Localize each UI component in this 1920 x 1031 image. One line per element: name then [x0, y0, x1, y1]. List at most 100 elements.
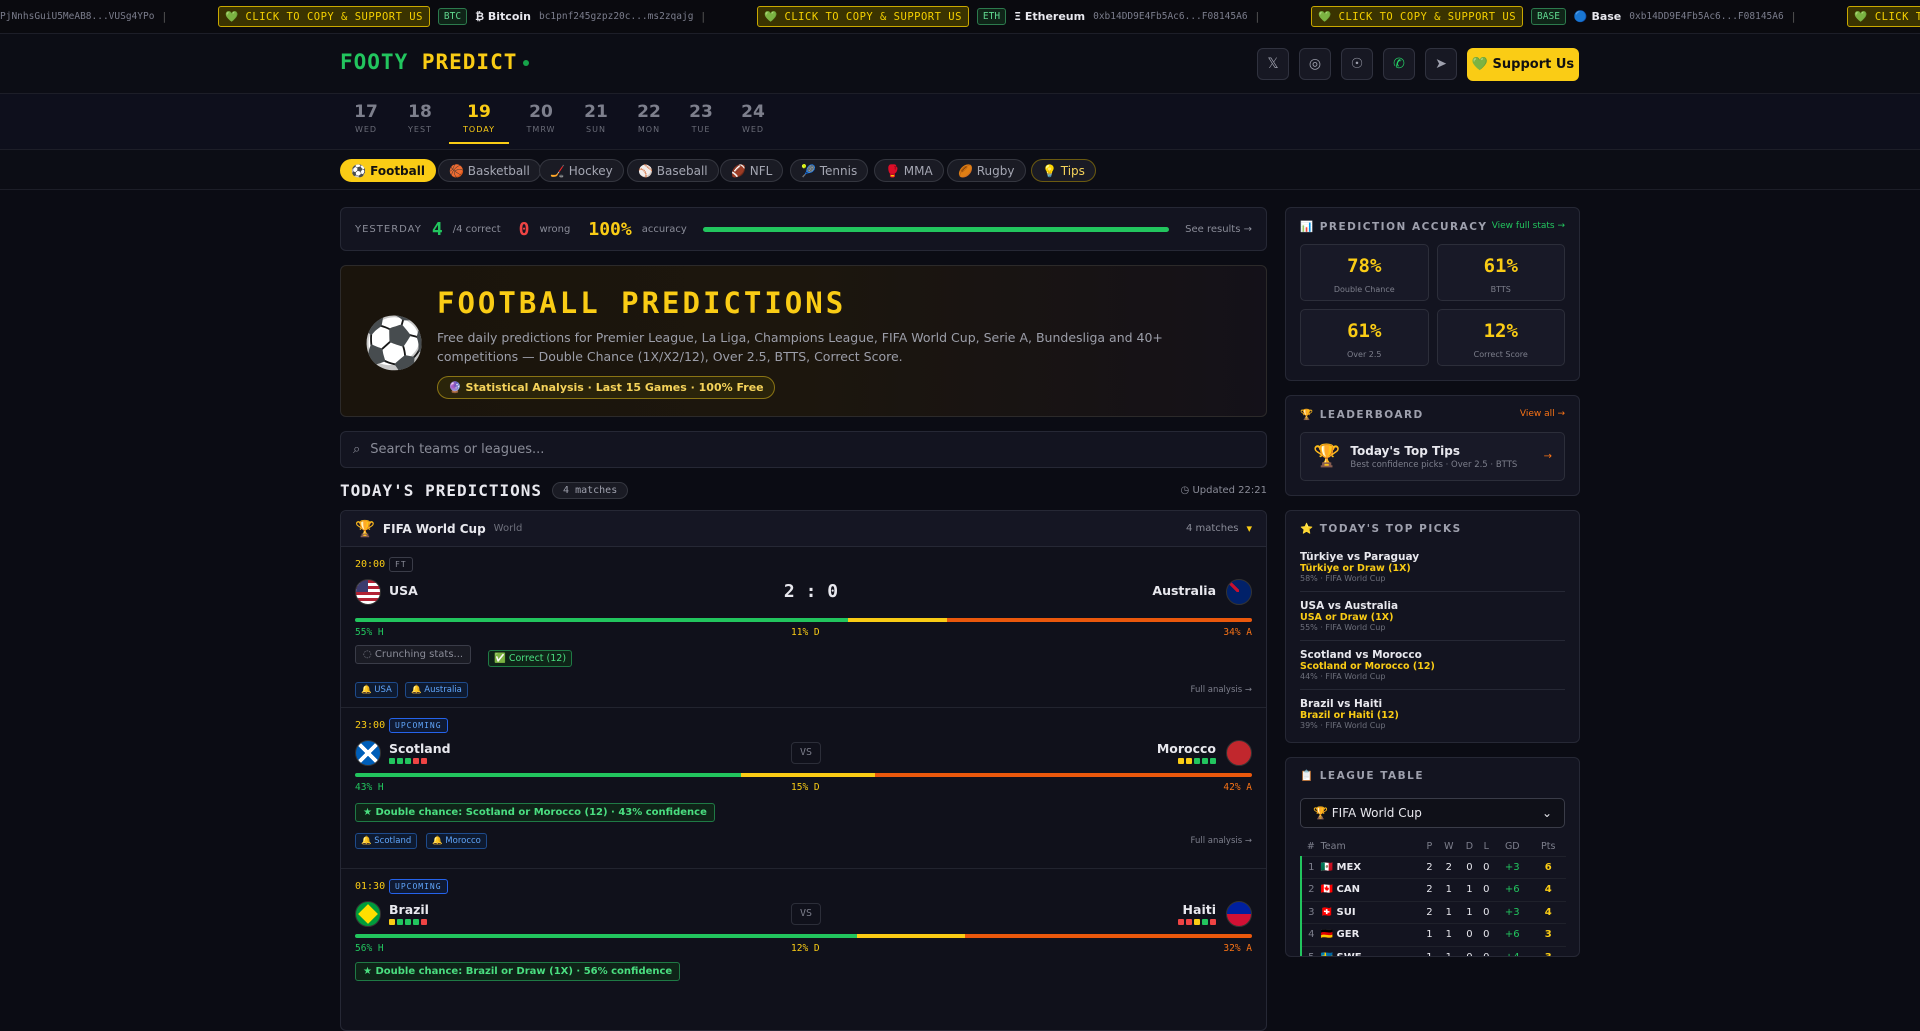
haiti-flag-icon — [1226, 901, 1252, 927]
probability-bar — [355, 618, 1252, 622]
table-cell: +3 — [1494, 900, 1531, 924]
x-icon[interactable]: 𝕏 — [1257, 48, 1289, 80]
ticker-segment[interactable]: 💚 CLICK TO COPY & SUP — [1847, 6, 1920, 27]
view-all-link[interactable]: View all → — [1520, 409, 1565, 419]
home-form — [389, 919, 427, 925]
pick-item[interactable]: Scotland vs Morocco Scotland or Morocco (… — [1300, 641, 1565, 690]
full-analysis-link[interactable]: Full analysis → — [1191, 836, 1252, 846]
form-dot — [1186, 758, 1192, 764]
match-card[interactable]: 01:30 UPCOMING Brazil VS Haiti 56% H 12%… — [341, 869, 1266, 1030]
home-prob-fill — [355, 773, 741, 777]
follow-tag[interactable]: 🔔 USA — [355, 682, 398, 698]
probability-bar — [355, 934, 1252, 938]
date-tab[interactable]: 21 SUN — [566, 102, 626, 134]
copy-support-button[interactable]: 💚 CLICK TO COPY & SUP — [1847, 6, 1920, 27]
form-dot — [413, 919, 419, 925]
sport-tab-basketball[interactable]: 🏀 Basketball — [438, 159, 541, 182]
form-dot — [389, 919, 395, 925]
sport-tab-tennis[interactable]: 🎾 Tennis — [790, 159, 869, 182]
instagram-icon[interactable]: ◎ — [1299, 48, 1331, 80]
see-results-link[interactable]: See results → — [1185, 224, 1252, 235]
form-dot — [397, 919, 403, 925]
copy-support-button[interactable]: 💚 CLICK TO COPY & SUPPORT US — [757, 6, 969, 27]
table-cell: 0 — [1478, 878, 1495, 901]
form-dot — [1194, 758, 1200, 764]
scotland-flag-icon — [355, 740, 381, 766]
follow-tag[interactable]: 🔔 Scotland — [355, 833, 418, 849]
pick-item[interactable]: Brazil vs Haiti Brazil or Haiti (12) 39% ·… — [1300, 690, 1565, 738]
date-tab[interactable]: 24 WED — [723, 102, 783, 134]
whatsapp-icon[interactable]: ✆ — [1383, 48, 1415, 80]
home-form — [389, 758, 427, 764]
table-cell: 2 — [1437, 855, 1461, 879]
pick-item[interactable]: USA vs Australia USA or Draw (1X) 55% · FI… — [1300, 592, 1565, 641]
sport-tab-mma[interactable]: 🥊 MMA — [874, 159, 944, 182]
view-stats-link[interactable]: View full stats → — [1492, 221, 1565, 231]
copy-support-button[interactable]: 💚 CLICK TO COPY & SUPPORT US — [218, 6, 430, 27]
loading-chip: ◌ Crunching stats... — [355, 645, 472, 664]
table-cell: 2 — [1421, 855, 1438, 879]
date-tab[interactable]: 22 MON — [619, 102, 679, 134]
sport-tab-rugby[interactable]: 🏉 Rugby — [947, 159, 1026, 182]
trophy-icon: 🏆 — [355, 519, 375, 538]
follow-tag[interactable]: 🔔 Morocco — [426, 833, 487, 849]
site-logo[interactable]: FOOTY PREDICT — [340, 50, 530, 74]
competition-header[interactable]: 🏆 FIFA World Cup World 4 matches ▾ — [341, 511, 1266, 547]
wallet-address: bc1pnf245gzpz20c...ms2zqajg — [538, 11, 694, 22]
sport-tab-football[interactable]: ⚽ Football — [340, 159, 436, 182]
site-header: FOOTY PREDICT 𝕏 ◎ ☉ ✆ ➤ 💚 Support Us — [0, 34, 1920, 94]
table-row[interactable]: 1 🇲🇽 MEX 2 2 0 0 +3 6 — [1300, 855, 1566, 879]
table-row[interactable]: 3 🇨🇭 SUI 2 1 1 0 +3 4 — [1300, 900, 1566, 924]
morocco-flag-icon — [1226, 740, 1252, 766]
copy-support-button[interactable]: 💚 CLICK TO COPY & SUPPORT US — [1311, 6, 1524, 27]
search-input[interactable]: Search teams or leagues... — [370, 442, 544, 457]
league-select[interactable]: 🏆 FIFA World Cup ⌄ — [1300, 798, 1565, 828]
search-bar[interactable]: ⌕ Search teams or leagues... — [340, 431, 1267, 468]
table-cell: 1 — [1437, 900, 1461, 924]
table-row[interactable]: 5🇸🇪 SWE1100+43 — [1300, 945, 1566, 956]
table-row[interactable]: 4 🇩🇪 GER 1 1 0 0 +6 3 — [1300, 923, 1566, 946]
reddit-icon[interactable]: ☉ — [1341, 48, 1373, 80]
table-cell: 0 — [1460, 923, 1479, 946]
league-table: # Team P W D L GD Pts 1 🇲🇽 MEX 2 2 0 0 +3 6 2 🇨🇦 CAN 2 1 1 0… — [1300, 838, 1566, 956]
follow-tag[interactable]: 🔔 Australia — [405, 682, 468, 698]
form-dot — [1210, 919, 1216, 925]
ticker-segment[interactable]: 💚 CLICK TO COPY & SUPPORT US ETH Ξ Ether… — [757, 6, 1271, 27]
coin-name: ₿ Bitcoin — [475, 10, 531, 23]
stat-card: 61% BTTS — [1436, 244, 1565, 301]
date-tab[interactable]: 17 WED — [336, 102, 396, 134]
top-tips-card[interactable]: 🏆 Today's Top Tips Best confidence picks … — [1300, 432, 1565, 481]
date-tab[interactable]: 23 TUE — [671, 102, 731, 134]
sport-tab-hockey[interactable]: 🏒 Hockey — [539, 159, 624, 182]
sport-tab-baseball[interactable]: ⚾ Baseball — [627, 159, 719, 182]
panel-title: 🏆 LEADERBOARD — [1300, 408, 1424, 421]
panel-title: 📋 LEAGUE TABLE — [1300, 769, 1425, 782]
date-tab[interactable]: 18 YEST — [390, 102, 450, 134]
date-selector: 17 WED 18 YEST 19 TODAY 20 TMRW 21 SUN 22 MON … — [0, 94, 1920, 150]
date-tab-today[interactable]: 19 TODAY — [449, 102, 509, 144]
table-cell: 1 — [1421, 923, 1438, 946]
sidebar: 📊 PREDICTION ACCURACY View full stats → 7… — [1285, 207, 1580, 957]
table-row[interactable]: 2 🇨🇦 CAN 2 1 1 0 +6 4 — [1300, 878, 1566, 901]
match-card[interactable]: 23:00 UPCOMING Scotland VS Morocco 43% H… — [341, 708, 1266, 869]
match-count-badge: 4 matches — [552, 481, 629, 499]
full-analysis-link[interactable]: Full analysis → — [1191, 685, 1252, 695]
hero-pill: 🔮 Statistical Analysis · Last 15 Games ·… — [437, 376, 775, 399]
ticker-segment[interactable]: 💚 CLICK TO COPY & SUPPORT US BASE 🔵 Base… — [1311, 6, 1807, 27]
telegram-icon[interactable]: ➤ — [1425, 48, 1457, 80]
ticker-segment[interactable]: PjNnhsGuiU5MeAB8...VUSg4YPo | — [0, 10, 178, 23]
away-prob-fill — [875, 773, 1252, 777]
away-team: Morocco — [1156, 741, 1216, 756]
sport-tab-tips[interactable]: 💡 Tips — [1031, 159, 1096, 182]
live-dot — [523, 60, 530, 66]
table-cell: 2 — [1300, 878, 1321, 901]
sport-tab-nfl[interactable]: 🏈 NFL — [720, 159, 784, 182]
support-us-button[interactable]: 💚 Support Us — [1467, 48, 1579, 81]
pick-item[interactable]: Türkiye vs Paraguay Türkiye or Draw (1X) 5… — [1300, 543, 1565, 592]
chevron-down-icon[interactable]: ▾ — [1246, 522, 1252, 535]
date-tab[interactable]: 20 TMRW — [511, 102, 571, 134]
ticker-segment[interactable]: 💚 CLICK TO COPY & SUPPORT US BTC ₿ Bitco… — [218, 6, 717, 27]
match-card[interactable]: 20:00 FT USA 2 : 0 Australia 55% H 11% D… — [341, 547, 1266, 708]
form-dot — [405, 758, 411, 764]
status-badge: UPCOMING — [389, 718, 448, 733]
